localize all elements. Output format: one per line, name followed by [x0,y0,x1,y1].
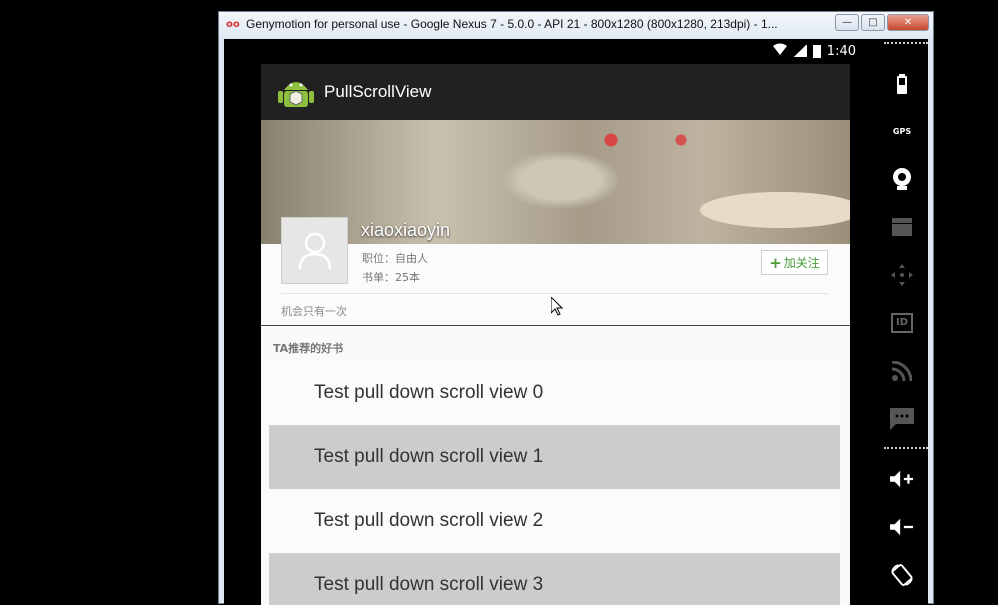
camera-icon[interactable] [890,167,914,191]
app-screen: PullScrollView xiaoxiaoyin 职位：自由人 书单：25本… [261,64,850,605]
id-icon[interactable]: ID [890,311,914,335]
dpad-icon[interactable] [890,263,914,287]
mouse-cursor-icon [550,295,564,320]
volume-down-icon[interactable] [890,515,914,539]
maximize-button[interactable]: □ [861,14,885,31]
android-status-bar: 1:40 [224,39,874,64]
section-label: TA推荐的好书 [273,342,344,355]
profile-divider [281,293,828,294]
window-titlebar[interactable]: oo Genymotion for personal use - Google … [219,12,933,38]
list-item[interactable]: Test pull down scroll view 3 [269,553,840,605]
avatar[interactable] [281,217,348,284]
toolbar-separator [884,447,928,449]
header-bottom-line [261,325,850,326]
genymotion-window: oo Genymotion for personal use - Google … [218,11,934,605]
list-item[interactable]: Test pull down scroll view 0 [269,361,840,425]
genymotion-toolbar: GPS ID [874,39,928,605]
media-icon[interactable] [890,215,914,239]
android-robot-icon [277,72,315,112]
user-icon [298,232,332,270]
close-icon: ✕ [903,17,913,28]
follow-label: 加关注 [783,256,820,270]
profile-motto: 机会只有一次 [281,305,347,318]
plus-icon: + [769,253,782,272]
profile-books: 书单：25本 [362,271,420,284]
list-item[interactable]: Test pull down scroll view 2 [269,489,840,553]
battery-icon[interactable] [890,72,914,96]
sms-icon[interactable] [890,407,914,431]
toolbar-separator [884,42,928,44]
action-bar: PullScrollView [261,64,850,120]
genymotion-logo-icon: oo [226,19,240,30]
minimize-button[interactable]: — [835,14,859,31]
emulator-client: 1:40 PullScrollView xiaoxiaoyin 职位：自由人 书… [224,39,928,605]
status-time: 1:40 [826,43,856,59]
close-button[interactable]: ✕ [887,14,929,31]
minimize-icon: — [842,17,852,28]
signal-icon [792,45,807,57]
scroll-list[interactable]: Test pull down scroll view 0 Test pull d… [269,361,840,605]
battery-icon [812,44,821,58]
list-item[interactable]: Test pull down scroll view 1 [269,425,840,489]
maximize-icon: □ [868,17,878,28]
volume-up-icon[interactable] [890,467,914,491]
profile-username: xiaoxiaoyin [361,220,451,240]
rss-icon[interactable] [890,359,914,383]
follow-button[interactable]: + 加关注 [761,250,828,275]
wifi-icon [772,43,787,59]
rotate-icon[interactable] [890,563,914,587]
profile-job: 职位：自由人 [362,252,428,265]
app-title: PullScrollView [324,82,432,101]
window-title: Genymotion for personal use - Google Nex… [246,17,778,31]
gps-icon[interactable]: GPS [890,119,914,143]
